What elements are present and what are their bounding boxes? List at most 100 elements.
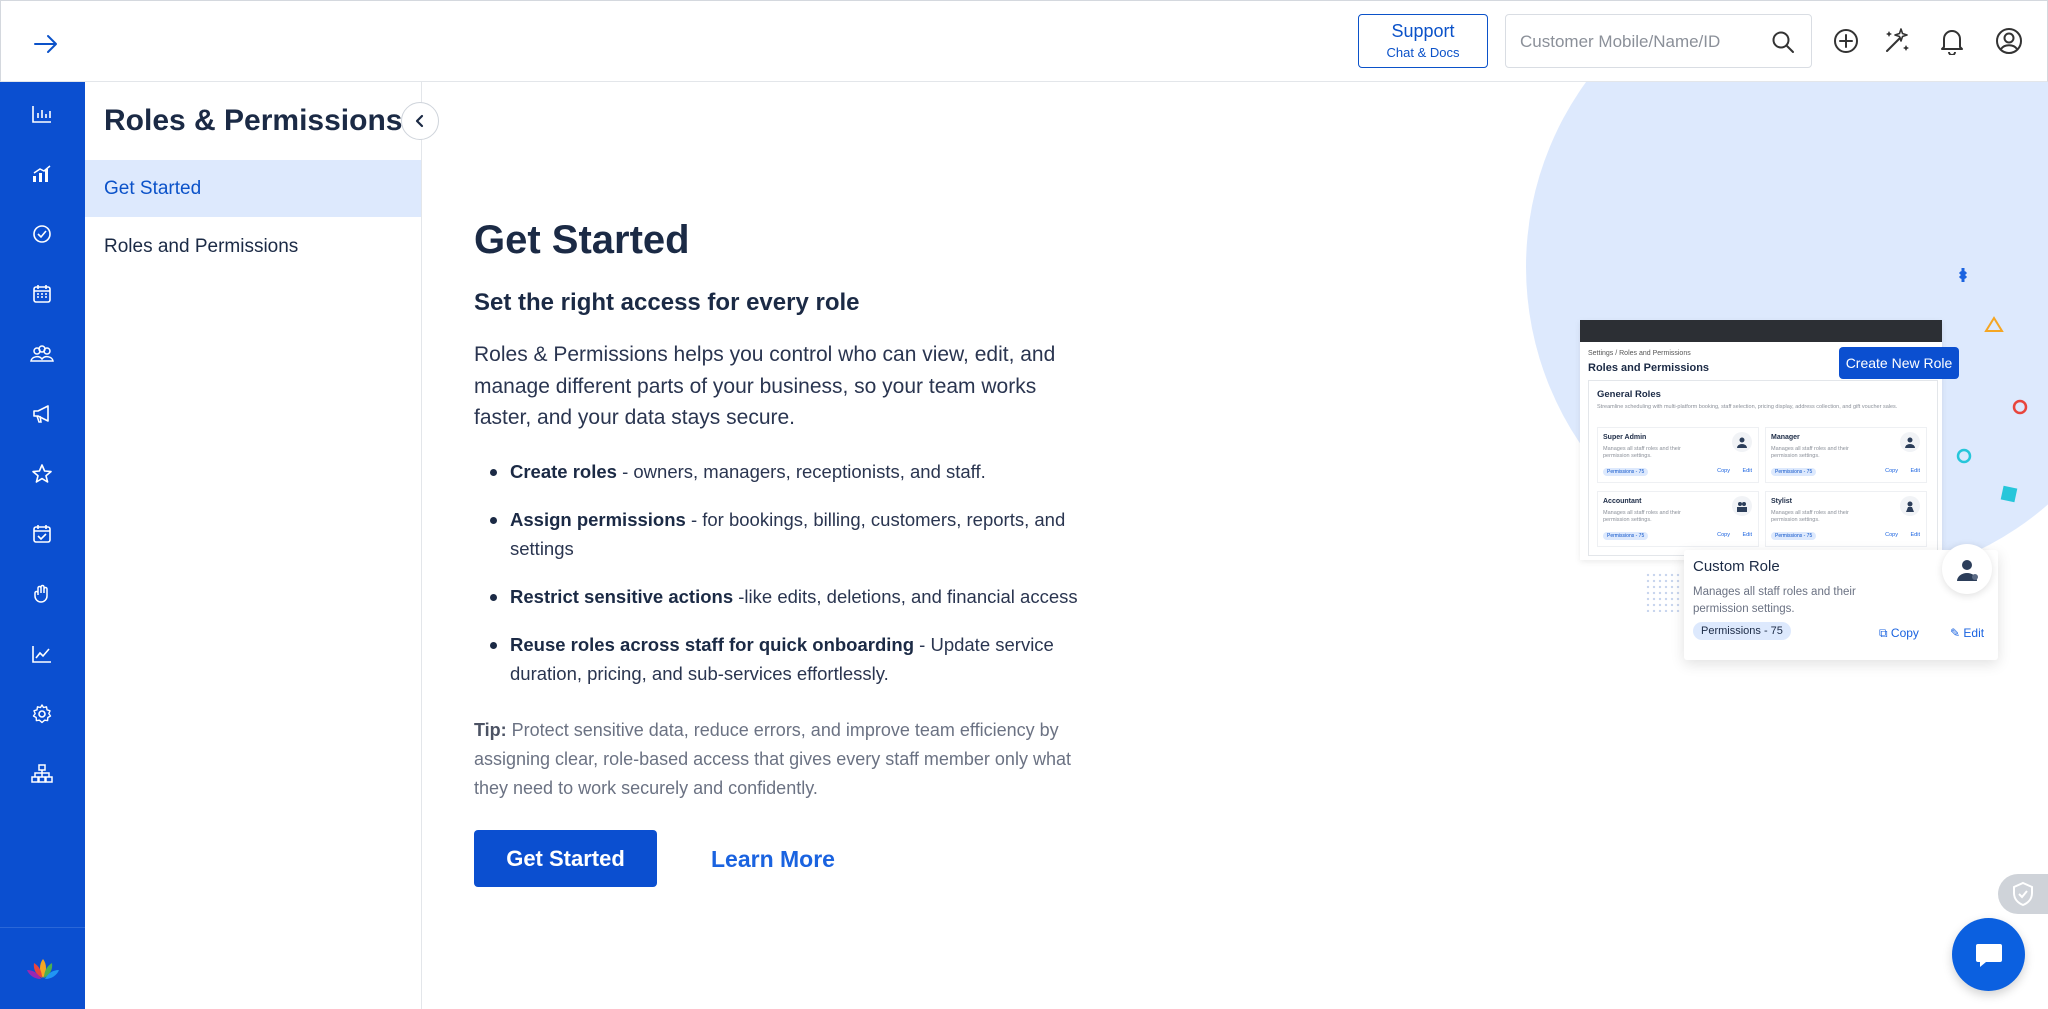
bar-chart-icon[interactable] [22,96,62,132]
check-circle-icon[interactable] [22,216,62,252]
support-title: Support [1391,21,1455,41]
list-item-bold: Restrict sensitive actions [510,586,734,607]
support-subtitle: Chat & Docs [1386,45,1460,60]
org-chart-icon[interactable] [22,756,62,792]
copy-link: Copy [1717,532,1730,538]
page-subtitle: Set the right access for every role [474,289,860,316]
copy-link: Copy [1885,468,1898,474]
group-title: General Roles [1597,389,1661,400]
role-desc: Manages all staff roles and their permis… [1771,510,1849,523]
edit-label: Edit [1963,626,1985,640]
role-desc: Manages all staff roles and their permis… [1771,446,1849,459]
top-bar: Support Chat & Docs [0,0,2048,82]
learn-more-link[interactable]: Learn More [711,846,835,873]
support-button[interactable]: Support Chat & Docs [1358,14,1488,68]
avatar-icon [1732,432,1752,452]
avatar-icon [1900,496,1920,516]
list-item-bold: Create roles [510,461,617,482]
signal-bars-icon[interactable] [22,156,62,192]
feature-list: Create roles - owners, managers, recepti… [474,457,1094,707]
copy-link: ⧉ Copy [1879,626,1919,641]
list-item: Restrict sensitive actions -like edits, … [474,582,1094,611]
group-icon[interactable] [22,336,62,372]
section-title: Roles & Permissions [104,104,403,137]
hand-icon[interactable] [22,576,62,612]
magic-sparkle-icon[interactable] [1881,25,1913,57]
subnav-item-roles-and-permissions[interactable]: Roles and Permissions [85,218,421,275]
permission-badge: Permissions - 75 [1771,468,1817,476]
group-desc: Streamline scheduling with multi-platfor… [1597,404,1898,410]
edit-link: Edit [1910,468,1920,474]
avatar-icon [1942,544,1992,594]
role-desc: Manages all staff roles and their permis… [1603,510,1681,523]
chat-bubble-icon[interactable] [1952,918,2025,991]
role-card: Stylist Manages all staff roles and thei… [1765,491,1927,547]
list-item-text: -like edits, deletions, and financial ac… [733,586,1078,607]
settings-gear-icon[interactable] [22,696,62,732]
role-name: Stylist [1771,498,1793,505]
calendar-check-icon[interactable] [22,516,62,552]
role-card: Accountant Manages all staff roles and t… [1597,491,1759,547]
permission-badge: Permissions - 75 [1603,532,1649,540]
search-icon[interactable] [1771,30,1795,59]
star-icon[interactable] [22,456,62,492]
permission-badge: Permissions - 75 [1771,532,1817,540]
search-input[interactable] [1520,29,1760,55]
copy-link: Copy [1885,532,1898,538]
role-name: Accountant [1603,498,1642,505]
role-card: Super Admin Manages all staff roles and … [1597,427,1759,483]
edit-link: Edit [1910,532,1920,538]
edit-link: Edit [1742,532,1752,538]
role-name: Manager [1771,434,1800,441]
subnav-item-get-started[interactable]: Get Started [85,160,421,217]
avatar-icon [1900,432,1920,452]
avatar-icon [1732,496,1752,516]
tip-text: Protect sensitive data, reduce errors, a… [474,720,1071,798]
arrow-right-icon[interactable] [29,27,63,61]
role-card: Manager Manages all staff roles and thei… [1765,427,1927,483]
page-title: Get Started [474,218,690,262]
general-roles-panel: General Roles Streamline scheduling with… [1588,380,1938,556]
shield-check-icon[interactable] [1998,874,2048,914]
edit-link: Edit [1742,468,1752,474]
dot-pattern [1645,572,1681,612]
sub-sidebar: Roles & Permissions Get Started Roles an… [85,82,439,1009]
breadcrumb: Settings / Roles and Permissions [1588,350,1691,357]
list-item: Create roles - owners, managers, recepti… [474,457,1094,486]
user-circle-icon[interactable] [1993,25,2025,57]
trend-icon[interactable] [22,636,62,672]
card-title: Roles and Permissions [1588,362,1710,374]
tip-paragraph: Tip: Protect sensitive data, reduce erro… [474,716,1094,803]
search-box [1505,14,1812,68]
bell-icon[interactable] [1936,25,1968,57]
get-started-button[interactable]: Get Started [474,830,657,887]
list-item: Assign permissions - for bookings, billi… [474,505,1094,563]
custom-role-card: Custom Role Manages all staff roles and … [1684,544,1998,660]
tip-label: Tip: [474,720,507,740]
calendar-icon[interactable] [22,276,62,312]
custom-role-desc: Manages all staff roles and their permis… [1693,586,1856,615]
hero-illustration: Settings / Roles and Permissions Roles a… [1490,82,2048,782]
list-item-bold: Reuse roles across staff for quick onboa… [510,634,915,655]
edit-link: ✎ Edit [1950,626,1984,640]
edit-icon: ✎ [1950,626,1964,640]
list-item-text: - owners, managers, receptionists, and s… [616,461,986,482]
list-item: Reuse roles across staff for quick onboa… [474,630,1094,688]
intro-paragraph: Roles & Permissions helps you control wh… [474,343,1056,429]
plus-circle-icon[interactable] [1830,25,1862,57]
role-name: Super Admin [1603,434,1647,441]
permission-badge: Permissions - 75 [1693,622,1791,640]
collapse-sidebar-button[interactable] [401,102,439,140]
megaphone-icon[interactable] [22,396,62,432]
copy-icon: ⧉ [1879,626,1891,640]
list-item-bold: Assign permissions [510,509,686,530]
permission-badge: Permissions - 75 [1603,468,1649,476]
lotus-logo-icon [0,927,85,1009]
create-new-role-button: Create New Role [1839,347,1959,379]
left-rail [0,82,85,1009]
copy-label: Copy [1890,626,1919,640]
role-desc: Manages all staff roles and their permis… [1603,446,1681,459]
chevron-left-icon [415,114,424,128]
custom-role-name: Custom Role [1693,558,1780,575]
window-bar [1580,320,1942,342]
